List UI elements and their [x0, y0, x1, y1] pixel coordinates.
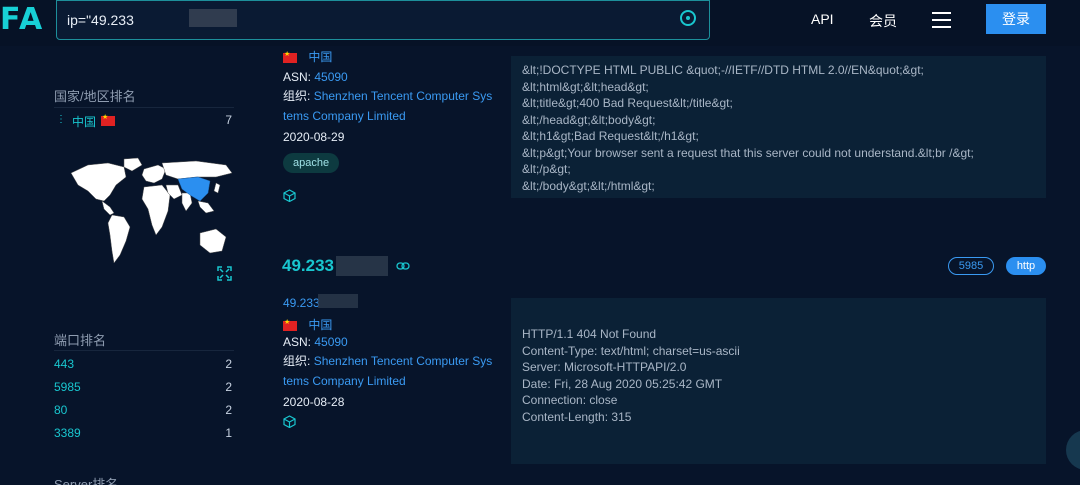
result2-org-row: 组织: Shenzhen Tencent Computer Systems Co… [283, 351, 493, 391]
map-australia [199, 228, 227, 254]
login-button[interactable]: 登录 [986, 4, 1046, 34]
port-count: 2 [225, 380, 232, 394]
map-japan [213, 182, 221, 194]
result2-country-row: 中国 [283, 316, 332, 333]
search-box[interactable] [56, 0, 710, 40]
port-row[interactable]: 80 2 [54, 403, 234, 419]
asn-label: ASN: [283, 70, 312, 84]
banner-line: &lt;html&gt;&lt;head&gt; [522, 80, 649, 94]
result2-org-link[interactable]: Shenzhen Tencent Computer Systems Compan… [283, 354, 492, 388]
server-ranking-title: Server排名 [54, 477, 119, 485]
port-count: 2 [225, 357, 232, 371]
map-india [181, 192, 193, 212]
redaction-mask [318, 294, 358, 308]
result2-country-link[interactable]: 中国 [308, 318, 332, 332]
map-russia [161, 160, 233, 180]
banner-line: &lt;/head&gt;&lt;body&gt; [522, 113, 656, 127]
port-row[interactable]: 3389 1 [54, 426, 234, 442]
map-africa [141, 184, 171, 236]
fullscreen-icon[interactable] [217, 266, 232, 281]
port-badge[interactable]: 5985 [948, 257, 994, 275]
result1-date: 2020-08-29 [283, 130, 345, 144]
banner-line: &lt;!DOCTYPE HTML PUBLIC &quot;-//IETF//… [522, 63, 924, 77]
search-icon[interactable] [680, 10, 696, 26]
country-row[interactable]: ⋮ 中国 7 [54, 113, 234, 129]
org-label: 组织: [283, 89, 311, 103]
top-bar: FA API 会员 登录 [0, 0, 1080, 46]
logo[interactable]: FA [0, 2, 44, 37]
result2-date: 2020-08-28 [283, 395, 345, 409]
banner-line: Date: Fri, 28 Aug 2020 05:25:42 GMT [522, 377, 723, 391]
redaction-mask [336, 256, 388, 276]
protocol-badge[interactable]: http [1006, 257, 1046, 275]
port-number[interactable]: 443 [54, 357, 74, 371]
result1-banner: &lt;!DOCTYPE HTML PUBLIC &quot;-//IETF//… [511, 56, 1046, 198]
result1-org-row: 组织: Shenzhen Tencent Computer Systems Co… [283, 86, 493, 126]
country-ranking-title: 国家/地区排名 [54, 89, 136, 104]
map-central-america [101, 200, 115, 216]
banner-line: &lt;h1&gt;Bad Request&lt;/h1&gt; [522, 129, 699, 143]
result1-tag-apache[interactable]: apache [283, 153, 340, 173]
banner-line: &lt;p&gt;Your browser sent a request tha… [522, 146, 974, 160]
result2-asn-link[interactable]: 45090 [314, 335, 347, 349]
expand-dots-icon[interactable]: ⋮ [56, 114, 66, 125]
result2-ip-title[interactable]: 49.233 [282, 256, 334, 276]
org-label: 组织: [283, 354, 311, 368]
china-flag-icon [283, 50, 297, 63]
banner-line: &lt;/body&gt;&lt;/html&gt; [522, 179, 655, 193]
world-map [70, 157, 233, 264]
map-south-america [107, 214, 131, 264]
banner-line: Content-Type: text/html; charset=us-asci… [522, 344, 740, 358]
result1-asn-link[interactable]: 45090 [314, 70, 347, 84]
cube-icon[interactable] [283, 189, 296, 202]
banner-line: Connection: close [522, 393, 618, 407]
cube-icon[interactable] [283, 415, 296, 428]
map-europe [141, 164, 167, 184]
banner-line: Server: Microsoft-HTTPAPI/2.0 [522, 360, 687, 374]
banner-line: &lt;/p&gt; [522, 162, 571, 176]
result1-country-link[interactable]: 中国 [308, 50, 332, 64]
map-greenland [123, 157, 143, 172]
port-number[interactable]: 80 [54, 403, 67, 417]
port-number[interactable]: 3389 [54, 426, 81, 440]
port-number[interactable]: 5985 [54, 380, 81, 394]
port-count: 2 [225, 403, 232, 417]
redaction-mask [189, 9, 237, 27]
banner-line: &lt;title&gt;400 Bad Request&lt;/title&g… [522, 96, 733, 110]
nav-api[interactable]: API [811, 11, 834, 27]
nav-member[interactable]: 会员 [869, 11, 897, 31]
country-name[interactable]: 中国 [72, 113, 96, 130]
divider [54, 350, 234, 351]
china-flag-icon [101, 113, 115, 126]
result1-asn-row: ASN: 45090 [283, 70, 348, 84]
link-icon[interactable] [396, 262, 410, 270]
port-ranking-title: 端口排名 [54, 333, 107, 348]
asn-label: ASN: [283, 335, 312, 349]
port-row[interactable]: 5985 2 [54, 380, 234, 396]
search-input[interactable] [67, 10, 667, 30]
banner-line: HTTP/1.1 404 Not Found [522, 327, 657, 341]
banner-line: Content-Length: 315 [522, 410, 632, 424]
result1-country-row: 中国 [283, 48, 332, 65]
country-count: 7 [225, 113, 232, 127]
floating-action-button[interactable] [1066, 430, 1080, 470]
map-southeast-asia [197, 200, 215, 214]
china-flag-icon [283, 318, 297, 331]
result1-org-link[interactable]: Shenzhen Tencent Computer Systems Compan… [283, 89, 492, 123]
divider [54, 107, 234, 108]
result2-ip-link[interactable]: 49.233 [283, 296, 320, 310]
port-count: 1 [225, 426, 232, 440]
map-north-america [70, 162, 127, 202]
hamburger-menu-icon[interactable] [932, 12, 951, 28]
result2-asn-row: ASN: 45090 [283, 335, 348, 349]
port-row[interactable]: 443 2 [54, 357, 234, 373]
result2-banner: HTTP/1.1 404 Not Found Content-Type: tex… [511, 298, 1046, 464]
